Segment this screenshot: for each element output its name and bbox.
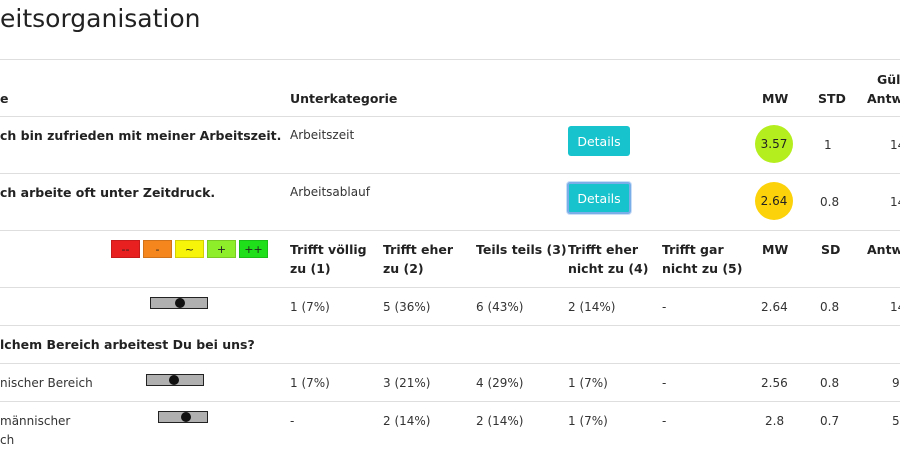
divider [0,363,900,364]
header-sd: SD [821,242,841,257]
legend-positive: + [207,240,236,258]
header-trifft-eher-nicht-sub: nicht zu (4) [568,261,649,276]
header-teils-teils: Teils teils (3) [476,242,567,257]
mean-badge: 2.64 [755,182,793,220]
sd-value: 0.8 [820,300,840,314]
header-trifft-eher-nicht: Trifft eher [568,242,639,257]
count-c5: - [662,300,667,314]
count-c1: - [290,414,295,428]
std-value: 1 [824,138,832,152]
mean-value: 2.8 [765,414,785,428]
subcategory: Arbeitsablauf [290,185,370,199]
count-c5: - [662,414,667,428]
answers-count: 14 [890,138,900,152]
header-antworten: Antw [867,242,900,257]
legend-neutral: ~ [175,240,204,258]
answers-count: 9 [892,376,900,390]
count-c2: 5 (36%) [383,300,431,314]
count-c1: 1 (7%) [290,376,330,390]
header-frage: e [0,91,9,106]
header-trifft-gar-nicht-sub: nicht zu (5) [662,261,743,276]
legend-very-positive: ++ [239,240,268,258]
header-mw: MW [762,242,789,257]
count-c4: 1 (7%) [568,414,608,428]
question-text: ch bin zufrieden mit meiner Arbeitszeit. [0,128,282,143]
header-gueltig: Gült [877,72,900,87]
mean-marker [180,412,191,422]
count-c4: 1 (7%) [568,376,608,390]
mean-marker [174,298,185,308]
divider [0,287,900,288]
header-trifft-eher-sub: zu (2) [383,261,424,276]
header-antworten: Antw [867,91,900,106]
question-text: ch arbeite oft unter Zeitdruck. [0,185,216,200]
count-c5: - [662,376,667,390]
std-value: 0.8 [820,195,840,209]
sd-value: 0.8 [820,376,840,390]
count-c3: 2 (14%) [476,414,524,428]
divider [0,173,900,174]
mean-value: 2.56 [761,376,788,390]
header-trifft-voellig-sub: zu (1) [290,261,331,276]
details-button[interactable]: Details [568,126,630,156]
answers-count: 5 [892,414,900,428]
header-std: STD [818,91,846,106]
sd-value: 0.7 [820,414,840,428]
group-label: nischer Bereich [0,376,93,390]
header-mw: MW [762,91,789,106]
subcategory: Arbeitszeit [290,128,355,142]
header-trifft-gar-nicht: Trifft gar [662,242,724,257]
answers-count: 14 [890,195,900,209]
count-c2: 3 (21%) [383,376,431,390]
divider [0,325,900,326]
count-c4: 2 (14%) [568,300,616,314]
count-c3: 4 (29%) [476,376,524,390]
divider [0,401,900,402]
group-label-continued: ch [0,433,15,447]
divider [0,59,900,60]
legend-very-negative: -- [111,240,140,258]
count-c2: 2 (14%) [383,414,431,428]
divider [0,230,900,231]
divider [0,116,900,117]
count-c3: 6 (43%) [476,300,524,314]
mean-badge: 3.57 [755,125,793,163]
count-c1: 1 (7%) [290,300,330,314]
header-unterkategorie: Unterkategorie [290,91,398,106]
details-button[interactable]: Details [567,182,631,214]
legend-negative: - [143,240,172,258]
header-trifft-voellig: Trifft völlig [290,242,367,257]
answers-count: 14 [890,300,900,314]
group-question: lchem Bereich arbeitest Du bei uns? [0,337,255,352]
group-label: männischer [0,414,71,428]
header-trifft-eher: Trifft eher [383,242,454,257]
page-title: eitsorganisation [0,4,201,33]
mean-value: 2.64 [761,300,788,314]
